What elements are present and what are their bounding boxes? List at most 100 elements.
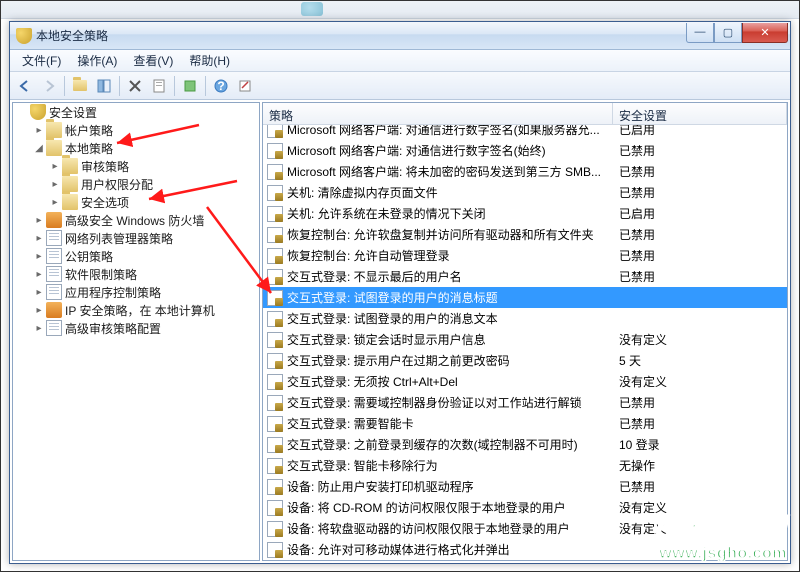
- expand-icon[interactable]: ▸: [49, 161, 61, 172]
- expand-icon[interactable]: ▸: [33, 233, 45, 244]
- policy-row[interactable]: 交互式登录: 提示用户在过期之前更改密码5 天: [263, 350, 787, 371]
- policy-setting: 已禁用: [613, 247, 787, 264]
- expand-icon[interactable]: ▸: [33, 125, 45, 136]
- folder-icon: [46, 122, 62, 138]
- policy-row[interactable]: Microsoft 网络客户端: 将未加密的密码发送到第三方 SMB...已禁用: [263, 161, 787, 182]
- tree-root-label: 安全设置: [49, 104, 97, 121]
- policy-row[interactable]: 交互式登录: 不显示最后的用户名已禁用: [263, 266, 787, 287]
- tree-item[interactable]: ▸ 审核策略: [13, 157, 259, 175]
- help-button[interactable]: ?: [210, 75, 232, 97]
- column-policy[interactable]: 策略: [263, 103, 613, 124]
- policy-icon: [267, 269, 283, 285]
- policy-row[interactable]: 交互式登录: 智能卡移除行为无操作: [263, 455, 787, 476]
- expand-icon[interactable]: ▸: [33, 251, 45, 262]
- policy-icon: [267, 521, 283, 537]
- policy-row[interactable]: Microsoft 网络客户端: 对通信进行数字签名(始终)已禁用: [263, 140, 787, 161]
- maximize-button[interactable]: ▢: [714, 23, 742, 43]
- policy-row[interactable]: 交互式登录: 之前登录到缓存的次数(域控制器不可用时)10 登录: [263, 434, 787, 455]
- tree-item[interactable]: ▸软件限制策略: [13, 265, 259, 283]
- policy-row[interactable]: 交互式登录: 无须按 Ctrl+Alt+Del没有定义: [263, 371, 787, 392]
- policy-setting: 没有定义: [613, 520, 787, 537]
- tree-item-label: 网络列表管理器策略: [65, 230, 173, 247]
- policy-setting: 已禁用: [613, 163, 787, 180]
- list-body[interactable]: Microsoft 网络客户端: 对通信进行数字签名(如果服务器允...已启用M…: [263, 125, 787, 560]
- policy-icon: [267, 500, 283, 516]
- expand-icon[interactable]: ▸: [33, 323, 45, 334]
- export-button[interactable]: [234, 75, 256, 97]
- forward-button[interactable]: [38, 75, 60, 97]
- policy-name: 交互式登录: 试图登录的用户的消息文本: [287, 310, 613, 327]
- tree-item[interactable]: ▸公钥策略: [13, 247, 259, 265]
- tree-item[interactable]: ▸ 用户权限分配: [13, 175, 259, 193]
- policy-icon: [267, 227, 283, 243]
- policy-icon: [267, 290, 283, 306]
- window-title: 本地安全策略: [36, 27, 686, 44]
- expand-icon[interactable]: ▸: [33, 269, 45, 280]
- folder-icon: [62, 176, 78, 192]
- tree-item[interactable]: ▸ 安全选项: [13, 193, 259, 211]
- folder-icon: [62, 158, 78, 174]
- close-button[interactable]: ✕: [742, 23, 788, 43]
- policy-row[interactable]: 设备: 将 CD-ROM 的访问权限仅限于本地登录的用户没有定义: [263, 497, 787, 518]
- expand-icon[interactable]: ▸: [33, 215, 45, 226]
- properties-button[interactable]: [148, 75, 170, 97]
- delete-button[interactable]: [124, 75, 146, 97]
- content-body: 安全设置 ▸帐户策略◢本地策略▸审核策略▸用户权限分配▸安全选项▸高级安全 Wi…: [10, 100, 790, 563]
- policy-row[interactable]: 关机: 清除虚拟内存页面文件已禁用: [263, 182, 787, 203]
- policy-name: 恢复控制台: 允许自动管理登录: [287, 247, 613, 264]
- policy-icon: [267, 416, 283, 432]
- policy-row[interactable]: 设备: 将软盘驱动器的访问权限仅限于本地登录的用户没有定义: [263, 518, 787, 539]
- tree-item-label: 审核策略: [81, 158, 129, 175]
- column-setting[interactable]: 安全设置: [613, 103, 787, 124]
- policy-setting: 已禁用: [613, 268, 787, 285]
- back-button[interactable]: [14, 75, 36, 97]
- policy-row[interactable]: 设备: 防止用户安装打印机驱动程序已禁用: [263, 476, 787, 497]
- minimize-button[interactable]: —: [686, 23, 714, 43]
- background-logo: [301, 2, 323, 16]
- tree-item-label: 高级审核策略配置: [65, 320, 161, 337]
- tree-item[interactable]: ▸应用程序控制策略: [13, 283, 259, 301]
- policy-row[interactable]: 交互式登录: 需要域控制器身份验证以对工作站进行解锁已禁用: [263, 392, 787, 413]
- tree-item[interactable]: ◢本地策略: [13, 139, 259, 157]
- policy-row[interactable]: 交互式登录: 需要智能卡已禁用: [263, 413, 787, 434]
- tree-item[interactable]: ▸ 高级审核策略配置: [13, 319, 259, 337]
- policy-name: 交互式登录: 之前登录到缓存的次数(域控制器不可用时): [287, 436, 613, 453]
- tree-item[interactable]: ▸高级安全 Windows 防火墙: [13, 211, 259, 229]
- policy-row[interactable]: Microsoft 网络客户端: 对通信进行数字签名(如果服务器允...已启用: [263, 125, 787, 140]
- title-bar[interactable]: 本地安全策略 — ▢ ✕: [10, 22, 790, 50]
- policy-row[interactable]: 交互式登录: 试图登录的用户的消息标题: [263, 287, 787, 308]
- menu-help[interactable]: 帮助(H): [181, 50, 238, 71]
- tree-panel[interactable]: 安全设置 ▸帐户策略◢本地策略▸审核策略▸用户权限分配▸安全选项▸高级安全 Wi…: [12, 102, 260, 561]
- list-panel: 策略 安全设置 Microsoft 网络客户端: 对通信进行数字签名(如果服务器…: [262, 102, 788, 561]
- up-button[interactable]: [69, 75, 91, 97]
- policy-row[interactable]: 交互式登录: 锁定会话时显示用户信息没有定义: [263, 329, 787, 350]
- policy-icon: [267, 479, 283, 495]
- policy-name: Microsoft 网络客户端: 将未加密的密码发送到第三方 SMB...: [287, 163, 613, 180]
- policy-row[interactable]: 设备: 允许对可移动媒体进行格式化并弹出: [263, 539, 787, 560]
- tree-item[interactable]: ▸ 网络列表管理器策略: [13, 229, 259, 247]
- menu-action[interactable]: 操作(A): [69, 50, 125, 71]
- tree-item[interactable]: ▸IP 安全策略，在 本地计算机: [13, 301, 259, 319]
- show-hide-tree-button[interactable]: [93, 75, 115, 97]
- policy-row[interactable]: 恢复控制台: 允许软盘复制并访问所有驱动器和所有文件夹已禁用: [263, 224, 787, 245]
- expand-icon[interactable]: ▸: [33, 305, 45, 316]
- tree-item-label: 用户权限分配: [81, 176, 153, 193]
- policy-icon: [267, 185, 283, 201]
- policy-row[interactable]: 关机: 允许系统在未登录的情况下关闭已启用: [263, 203, 787, 224]
- tree-item-label: 安全选项: [81, 194, 129, 211]
- policy-setting: 已禁用: [613, 184, 787, 201]
- expand-icon[interactable]: ▸: [49, 179, 61, 190]
- policy-setting: 已启用: [613, 205, 787, 222]
- refresh-button[interactable]: [179, 75, 201, 97]
- expand-icon[interactable]: ▸: [33, 287, 45, 298]
- policy-icon: [267, 248, 283, 264]
- policy-icon: [267, 125, 283, 138]
- expand-icon[interactable]: ▸: [49, 197, 61, 208]
- menu-view[interactable]: 查看(V): [125, 50, 181, 71]
- expand-icon[interactable]: ◢: [33, 143, 45, 154]
- menu-file[interactable]: 文件(F): [14, 50, 69, 71]
- secpol-window: 本地安全策略 — ▢ ✕ 文件(F) 操作(A) 查看(V) 帮助(H) ?: [9, 21, 791, 564]
- policy-row[interactable]: 恢复控制台: 允许自动管理登录已禁用: [263, 245, 787, 266]
- doc-icon: [46, 266, 62, 282]
- policy-row[interactable]: 交互式登录: 试图登录的用户的消息文本: [263, 308, 787, 329]
